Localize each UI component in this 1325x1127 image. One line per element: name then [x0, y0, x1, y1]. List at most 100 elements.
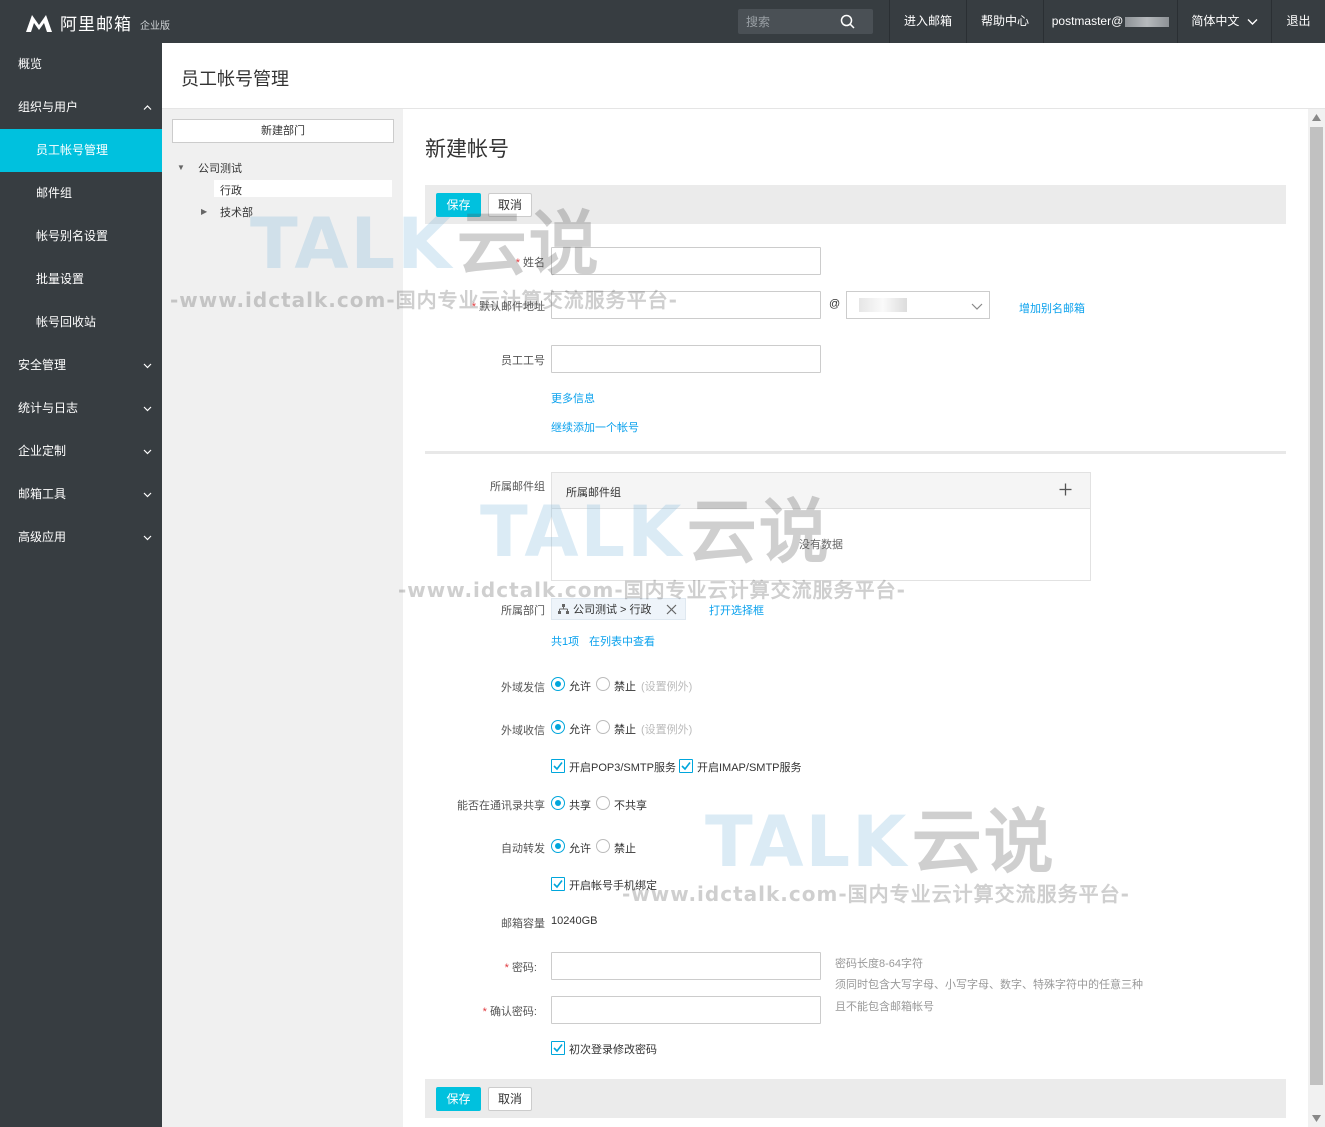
- tree-node-tech[interactable]: 技术部: [220, 204, 253, 220]
- ext-recv-deny-text: 禁止: [614, 724, 636, 736]
- save-button[interactable]: 保存: [436, 193, 481, 217]
- department-tag: 公司测试 > 行政: [551, 598, 686, 620]
- name-input[interactable]: [551, 247, 821, 275]
- user-account-menu[interactable]: postmaster@: [1043, 0, 1177, 43]
- forward-deny-text: 禁止: [614, 843, 636, 855]
- open-selector-link[interactable]: 打开选择框: [709, 602, 764, 618]
- scroll-thumb[interactable]: [1310, 127, 1323, 1085]
- search-box: [738, 9, 873, 34]
- tree-node-root[interactable]: 公司测试: [198, 160, 242, 176]
- ext-recv-deny-radio[interactable]: [596, 720, 610, 734]
- bind-phone-checkbox[interactable]: [551, 877, 565, 891]
- ext-send-exception-link[interactable]: (设置例外): [641, 678, 692, 694]
- check-icon: [553, 762, 563, 771]
- redacted-domain: [1125, 16, 1170, 27]
- chevron-down-icon: [971, 303, 983, 310]
- password-hint-complexity: 须同时包含大写字母、小写字母、数字、特殊字符中的任意三种: [835, 979, 1143, 991]
- language-selector[interactable]: 简体中文: [1177, 0, 1271, 43]
- enter-mailbox-link[interactable]: 进入邮箱: [889, 0, 966, 43]
- sidebar-item-org-users[interactable]: 组织与用户: [0, 86, 162, 129]
- scroll-down-arrow-icon[interactable]: [1312, 1115, 1321, 1122]
- section-divider: [425, 451, 1286, 454]
- tree-expanded-icon[interactable]: ▼: [177, 163, 185, 172]
- add-alias-link[interactable]: 增加别名邮箱: [1019, 300, 1085, 316]
- email-input[interactable]: [551, 291, 821, 319]
- logout-link[interactable]: 退出: [1271, 0, 1325, 43]
- employee-id-input[interactable]: [551, 345, 821, 373]
- logo-text: 阿里邮箱: [60, 15, 132, 34]
- mail-group-box: 所属邮件组 没有数据: [551, 472, 1091, 581]
- view-in-list-link[interactable]: 在列表中查看: [589, 633, 655, 649]
- vertical-scrollbar[interactable]: [1308, 109, 1325, 1127]
- chevron-down-icon: [143, 406, 152, 412]
- password-label: * 密码:: [504, 962, 537, 974]
- sidebar-item-mail-groups[interactable]: 邮件组: [0, 172, 162, 215]
- sidebar-item-mail-tools[interactable]: 邮箱工具: [0, 473, 162, 516]
- mail-group-label: 所属邮件组: [490, 481, 545, 493]
- department-label: 所属部门: [501, 605, 545, 617]
- chevron-down-icon: [143, 492, 152, 498]
- save-button-bottom[interactable]: 保存: [436, 1087, 481, 1111]
- confirm-password-input[interactable]: [551, 996, 821, 1024]
- password-hint-no-account: 且不能包含邮箱帐号: [835, 1001, 934, 1013]
- logo[interactable]: 阿里邮箱 企业版: [24, 10, 170, 35]
- form-title: 新建帐号: [425, 138, 509, 161]
- capacity-label: 邮箱容量: [501, 918, 545, 930]
- continue-add-link[interactable]: 继续添加一个帐号: [551, 419, 639, 435]
- sidebar-item-batch-settings[interactable]: 批量设置: [0, 258, 162, 301]
- no-share-radio[interactable]: [596, 796, 610, 810]
- tree-node-admin[interactable]: 行政: [220, 182, 242, 198]
- ext-recv-allow-radio[interactable]: [551, 720, 565, 734]
- new-account-form: 新建帐号 保存 取消 * 姓名 * 默认邮件地址 @ 增加别名邮箱 员工工号 更多信…: [403, 109, 1308, 1127]
- imap-checkbox[interactable]: [679, 759, 693, 773]
- pop3-checkbox[interactable]: [551, 759, 565, 773]
- sidebar-item-advanced[interactable]: 高级应用: [0, 516, 162, 559]
- imap-text: 开启IMAP/SMTP服务: [697, 762, 802, 774]
- chevron-up-icon: [143, 105, 152, 110]
- password-hint-length: 密码长度8-64字符: [835, 958, 924, 970]
- first-login-text: 初次登录修改密码: [569, 1044, 657, 1056]
- ext-send-deny-radio[interactable]: [596, 677, 610, 691]
- bottom-toolbar: 保存 取消: [425, 1079, 1286, 1118]
- forward-allow-radio[interactable]: [551, 839, 565, 853]
- ext-send-allow-radio[interactable]: [551, 677, 565, 691]
- mail-group-header: 所属邮件组: [552, 473, 1090, 509]
- org-tree-icon: [558, 604, 569, 614]
- sidebar-item-customization[interactable]: 企业定制: [0, 430, 162, 473]
- page-header: 员工帐号管理: [162, 43, 1325, 109]
- total-count-link[interactable]: 共1项: [551, 633, 579, 649]
- mail-group-header-text: 所属邮件组: [566, 487, 621, 499]
- forward-deny-radio[interactable]: [596, 839, 610, 853]
- email-label: * 默认邮件地址: [471, 301, 545, 313]
- cancel-button[interactable]: 取消: [488, 193, 532, 217]
- department-panel: 新建部门 ▼ 公司测试 行政 ▶ 技术部: [162, 109, 403, 1127]
- sidebar-item-recycle-bin[interactable]: 帐号回收站: [0, 301, 162, 344]
- name-label: * 姓名: [515, 257, 545, 269]
- department-tag-text: 公司测试 > 行政: [573, 604, 652, 616]
- sidebar-item-security[interactable]: 安全管理: [0, 344, 162, 387]
- more-info-link[interactable]: 更多信息: [551, 390, 595, 406]
- tree-collapsed-icon[interactable]: ▶: [201, 207, 207, 216]
- close-icon[interactable]: [666, 604, 677, 615]
- chevron-down-icon: [1247, 18, 1258, 25]
- bind-phone-text: 开启帐号手机绑定: [569, 880, 657, 892]
- search-icon[interactable]: [840, 14, 855, 29]
- sidebar-item-account-alias[interactable]: 帐号别名设置: [0, 215, 162, 258]
- share-radio[interactable]: [551, 796, 565, 810]
- chevron-down-icon: [143, 363, 152, 369]
- forward-allow-text: 允许: [569, 843, 591, 855]
- chevron-down-icon: [143, 535, 152, 541]
- sidebar-item-overview[interactable]: 概览: [0, 43, 162, 86]
- help-center-link[interactable]: 帮助中心: [966, 0, 1043, 43]
- password-input[interactable]: [551, 952, 821, 980]
- ext-recv-exception-link[interactable]: (设置例外): [641, 721, 692, 737]
- sidebar-item-stats-logs[interactable]: 统计与日志: [0, 387, 162, 430]
- sidebar-item-employee-accounts[interactable]: 员工帐号管理: [0, 129, 162, 172]
- plus-icon[interactable]: [1059, 483, 1072, 496]
- cancel-button-bottom[interactable]: 取消: [488, 1087, 532, 1111]
- new-department-button[interactable]: 新建部门: [172, 119, 394, 143]
- scroll-up-arrow-icon[interactable]: [1312, 114, 1321, 121]
- first-login-checkbox[interactable]: [551, 1041, 565, 1055]
- domain-select[interactable]: [846, 291, 990, 319]
- share-text: 共享: [569, 800, 591, 812]
